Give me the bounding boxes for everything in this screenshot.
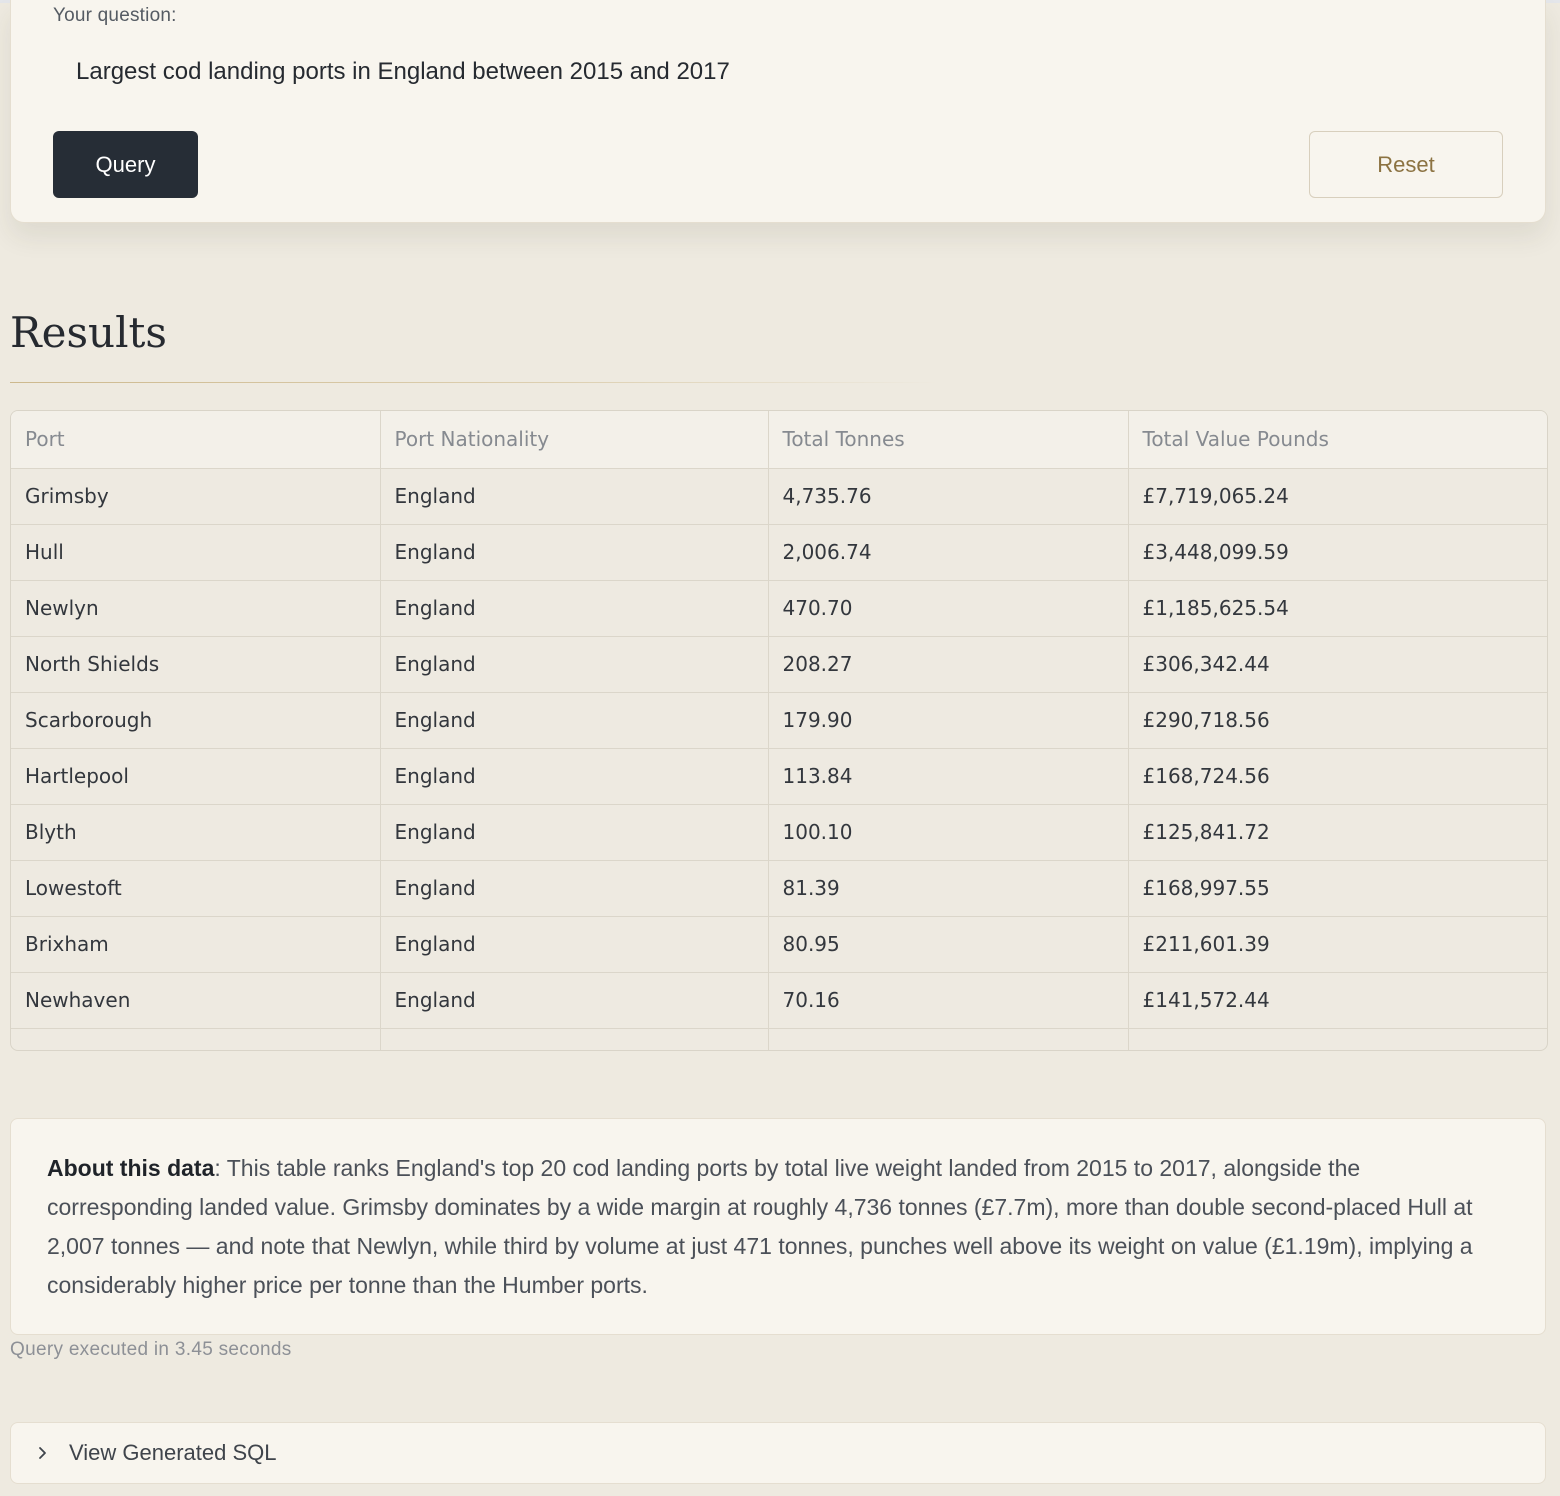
table-row: Hull England 2,006.74 £3,448,099.59	[11, 524, 1547, 581]
cell-port: Newlyn	[11, 580, 381, 637]
view-sql-toggle[interactable]: View Generated SQL	[10, 1422, 1546, 1484]
cell-nationality: England	[380, 916, 769, 973]
cell-port: Brixham	[11, 916, 381, 973]
cell-tonnes: 2,006.74	[768, 524, 1129, 581]
cell-nationality: England	[380, 580, 769, 637]
cell-nationality: England	[380, 692, 769, 749]
cell-tonnes: 208.27	[768, 636, 1129, 693]
about-data-text: About this data: This table ranks Englan…	[47, 1149, 1509, 1305]
results-heading: Results	[10, 308, 167, 357]
column-header-total-value-pounds[interactable]: Total Value Pounds	[1128, 411, 1547, 469]
cell-tonnes: 4,735.76	[768, 468, 1129, 525]
cell-tonnes: 470.70	[768, 580, 1129, 637]
cell-value: £306,342.44	[1128, 636, 1547, 693]
cell-tonnes: 70.16	[768, 972, 1129, 1029]
cell-port: Lowestoft	[11, 860, 381, 917]
table-row: Scarborough England 179.90 £290,718.56	[11, 692, 1547, 749]
execution-time: Query executed in 3.45 seconds	[10, 1339, 292, 1360]
cell-tonnes: 113.84	[768, 748, 1129, 805]
cell-tonnes: 100.10	[768, 804, 1129, 861]
column-header-port[interactable]: Port	[11, 411, 381, 469]
cell-value: £290,718.56	[1128, 692, 1547, 749]
question-input[interactable]	[76, 58, 1476, 86]
results-divider	[10, 382, 940, 383]
column-header-total-tonnes[interactable]: Total Tonnes	[768, 411, 1129, 469]
cell-nationality: England	[380, 860, 769, 917]
table-row: Blyth England 100.10 £125,841.72	[11, 804, 1547, 861]
table-row: North Shields England 208.27 £306,342.44	[11, 636, 1547, 693]
cell-tonnes: 179.90	[768, 692, 1129, 749]
table-row: Lowestoft England 81.39 £168,997.55	[11, 860, 1547, 917]
cell-nationality: England	[380, 748, 769, 805]
table-row: Hartlepool England 113.84 £168,724.56	[11, 748, 1547, 805]
results-table-container[interactable]: Port Port Nationality Total Tonnes Total…	[10, 410, 1548, 1051]
about-data-heading: About this data	[47, 1155, 215, 1181]
reset-button[interactable]: Reset	[1309, 131, 1503, 198]
table-row: Newhaven England 70.16 £141,572.44	[11, 972, 1547, 1029]
view-sql-label: View Generated SQL	[69, 1440, 277, 1465]
about-data-body: : This table ranks England's top 20 cod …	[47, 1155, 1473, 1298]
table-row-partial	[11, 1028, 1547, 1050]
cell-tonnes: 80.95	[768, 916, 1129, 973]
cell-value: £3,448,099.59	[1128, 524, 1547, 581]
question-label: Your question:	[53, 5, 177, 26]
cell-value: £141,572.44	[1128, 972, 1547, 1029]
cell-value: £211,601.39	[1128, 916, 1547, 973]
cell-port: Hull	[11, 524, 381, 581]
cell-nationality: England	[380, 524, 769, 581]
cell-nationality: England	[380, 804, 769, 861]
query-button[interactable]: Query	[53, 131, 198, 198]
about-data-card: About this data: This table ranks Englan…	[10, 1118, 1546, 1335]
query-card: Your question: Query Reset	[10, 0, 1546, 223]
cell-port: Grimsby	[11, 468, 381, 525]
cell-port: Scarborough	[11, 692, 381, 749]
cell-value: £125,841.72	[1128, 804, 1547, 861]
cell-value: £168,997.55	[1128, 860, 1547, 917]
cell-tonnes: 81.39	[768, 860, 1129, 917]
column-header-port-nationality[interactable]: Port Nationality	[380, 411, 769, 469]
cell-value: £7,719,065.24	[1128, 468, 1547, 525]
cell-nationality: England	[380, 636, 769, 693]
cell-nationality: England	[380, 972, 769, 1029]
table-row: Newlyn England 470.70 £1,185,625.54	[11, 580, 1547, 637]
table-header-row: Port Port Nationality Total Tonnes Total…	[11, 411, 1547, 469]
chevron-right-icon	[38, 1446, 58, 1460]
table-row: Grimsby England 4,735.76 £7,719,065.24	[11, 468, 1547, 525]
cell-value: £168,724.56	[1128, 748, 1547, 805]
cell-port: Hartlepool	[11, 748, 381, 805]
cell-port: Newhaven	[11, 972, 381, 1029]
cell-port: Blyth	[11, 804, 381, 861]
cell-port: North Shields	[11, 636, 381, 693]
table-row: Brixham England 80.95 £211,601.39	[11, 916, 1547, 973]
cell-nationality: England	[380, 468, 769, 525]
cell-value: £1,185,625.54	[1128, 580, 1547, 637]
results-table: Port Port Nationality Total Tonnes Total…	[11, 411, 1547, 1050]
